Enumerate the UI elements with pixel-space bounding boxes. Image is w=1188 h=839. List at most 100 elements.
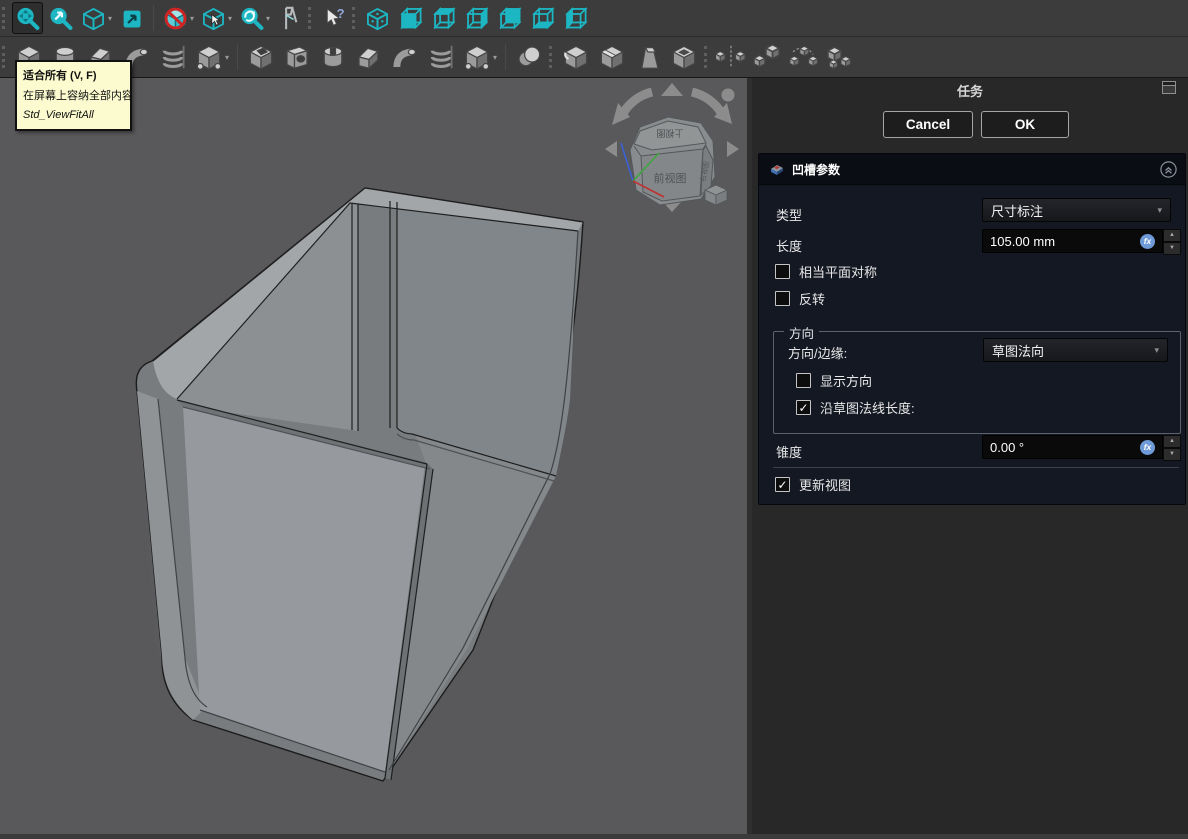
hole-button[interactable] xyxy=(280,41,314,73)
toolbar-grip[interactable] xyxy=(352,7,357,29)
sphere-icon xyxy=(514,42,544,72)
collapse-section-button[interactable] xyxy=(1160,161,1177,178)
thickness-icon xyxy=(669,42,699,72)
hole-icon xyxy=(282,42,312,72)
toolbar-grip[interactable] xyxy=(2,46,7,68)
nav-cube-top-label[interactable]: 上视图 xyxy=(656,128,683,139)
standard-views-dropdown[interactable]: ▾ xyxy=(78,2,114,34)
length-spinbox[interactable]: 105.00 mm fx ▲ ▼ xyxy=(982,229,1181,253)
nav-arrow-up[interactable] xyxy=(661,83,683,96)
fit-selection-button[interactable] xyxy=(45,2,76,34)
view-left-button[interactable] xyxy=(560,2,591,34)
cancel-button[interactable]: Cancel xyxy=(883,111,973,138)
toolbar-grip[interactable] xyxy=(549,46,554,68)
sync-view-button[interactable] xyxy=(116,2,147,34)
chevron-down-icon[interactable]: ▾ xyxy=(108,14,112,23)
multitransform-button[interactable] xyxy=(822,41,856,73)
spin-up-button[interactable]: ▲ xyxy=(1163,229,1181,242)
expression-icon[interactable]: fx xyxy=(1140,234,1155,249)
nav-arrow-left[interactable] xyxy=(605,141,617,157)
float-panel-button[interactable] xyxy=(1162,81,1176,94)
nav-arrow-right[interactable] xyxy=(727,141,739,157)
taper-spinbox[interactable]: 0.00 ° fx ▲ ▼ xyxy=(982,435,1181,459)
nav-rotate-ccw-arrow[interactable] xyxy=(622,92,652,115)
symmetric-checkbox-row[interactable]: 相当平面对称 xyxy=(775,262,877,281)
draw-style-dropdown[interactable]: ▾ xyxy=(160,2,196,34)
chevron-down-icon[interactable]: ▾ xyxy=(228,14,232,23)
tooltip-command: Std_ViewFitAll xyxy=(23,106,124,124)
view-top-button[interactable] xyxy=(428,2,459,34)
cube-axo-icon xyxy=(80,5,107,32)
zoom-tools-dropdown[interactable]: ▾ xyxy=(236,2,272,34)
show-direction-checkbox-row[interactable]: 显示方向 xyxy=(796,371,872,390)
additive-helix-button[interactable] xyxy=(156,41,190,73)
selection-view-dropdown[interactable]: ▾ xyxy=(198,2,234,34)
subtractive-loft-button[interactable] xyxy=(352,41,386,73)
draft-button[interactable] xyxy=(631,41,665,73)
subtractive-primitive-dropdown[interactable]: ▾ xyxy=(460,41,499,73)
cube-rear-icon xyxy=(496,5,523,32)
along-normal-checkbox-row[interactable]: ✓ 沿草图法线长度: xyxy=(796,398,915,417)
reversed-checkbox-row[interactable]: 反转 xyxy=(775,289,825,308)
view-right-button[interactable] xyxy=(461,2,492,34)
update-view-checkbox[interactable]: ✓ xyxy=(775,477,790,492)
pocket-model[interactable] xyxy=(136,188,583,781)
update-view-label: 更新视图 xyxy=(799,475,851,494)
pocket-button[interactable] xyxy=(244,41,278,73)
view-axonometric-button[interactable] xyxy=(362,2,393,34)
view-rear-button[interactable] xyxy=(494,2,525,34)
pocket-icon xyxy=(246,42,276,72)
toolbar-grip[interactable] xyxy=(308,7,313,29)
spin-up-button[interactable]: ▲ xyxy=(1163,435,1181,448)
chevron-down-icon[interactable]: ▾ xyxy=(493,53,497,62)
mirrored-button[interactable] xyxy=(714,41,748,73)
subtractive-helix-button[interactable] xyxy=(424,41,458,73)
along-normal-checkbox[interactable]: ✓ xyxy=(796,400,811,415)
sync-square-icon xyxy=(118,5,145,32)
boolean-button[interactable] xyxy=(512,41,546,73)
chevron-down-icon[interactable]: ▾ xyxy=(225,53,229,62)
reversed-checkbox[interactable] xyxy=(775,291,790,306)
polar-pattern-button[interactable] xyxy=(786,41,820,73)
nav-cube-front-label[interactable]: 前视图 xyxy=(654,171,687,185)
direction-combobox[interactable]: 草图法向 ▾ xyxy=(983,338,1168,362)
cube-top-icon xyxy=(430,5,457,32)
chevron-down-icon[interactable]: ▾ xyxy=(266,14,270,23)
view-front-button[interactable] xyxy=(395,2,426,34)
fillet-icon xyxy=(561,42,591,72)
expression-icon[interactable]: fx xyxy=(1140,440,1155,455)
symmetric-checkbox[interactable] xyxy=(775,264,790,279)
chamfer-button[interactable] xyxy=(595,41,629,73)
view-bottom-button[interactable] xyxy=(527,2,558,34)
toolbar-grip[interactable] xyxy=(2,7,7,29)
type-combobox[interactable]: 尺寸标注 ▾ xyxy=(982,198,1171,222)
fit-all-button[interactable] xyxy=(12,2,43,34)
linear-pattern-button[interactable] xyxy=(750,41,784,73)
direction-groupbox: 方向 方向/边缘: 草图法向 ▾ 显示方向 ✓ 沿草图法线长度: xyxy=(773,331,1181,434)
additive-primitive-dropdown[interactable]: ▾ xyxy=(192,41,231,73)
spin-down-button[interactable]: ▼ xyxy=(1163,448,1181,461)
cube-bottom-icon xyxy=(529,5,556,32)
measure-tool-button[interactable] xyxy=(274,2,305,34)
nav-dot-button[interactable] xyxy=(722,89,735,102)
pocket-parameters-header[interactable]: 凹槽参数 xyxy=(759,154,1185,185)
spin-down-button[interactable]: ▼ xyxy=(1163,242,1181,255)
update-view-checkbox-row[interactable]: ✓ 更新视图 xyxy=(775,475,851,494)
taper-value: 0.00 ° xyxy=(990,440,1024,455)
groove-button[interactable] xyxy=(316,41,350,73)
type-value: 尺寸标注 xyxy=(991,201,1043,220)
tooltip-title: 适合所有 (V, F) xyxy=(23,66,124,86)
thickness-button[interactable] xyxy=(667,41,701,73)
show-direction-checkbox[interactable] xyxy=(796,373,811,388)
nav-rotate-cw-arrow[interactable] xyxy=(692,92,722,114)
fillet-button[interactable] xyxy=(559,41,593,73)
symmetric-label: 相当平面对称 xyxy=(799,262,877,281)
ok-button[interactable]: OK xyxy=(981,111,1069,138)
toolbar-grip[interactable] xyxy=(704,46,709,68)
whats-this-button[interactable]: ? xyxy=(318,2,349,34)
chevron-down-icon[interactable]: ▾ xyxy=(190,14,194,23)
3d-viewport[interactable]: 上视图 前视图 右视图 xyxy=(0,78,747,834)
subtractive-pipe-button[interactable] xyxy=(388,41,422,73)
model-left-inner-face[interactable] xyxy=(177,203,358,431)
cube-cursor-icon xyxy=(200,5,227,32)
